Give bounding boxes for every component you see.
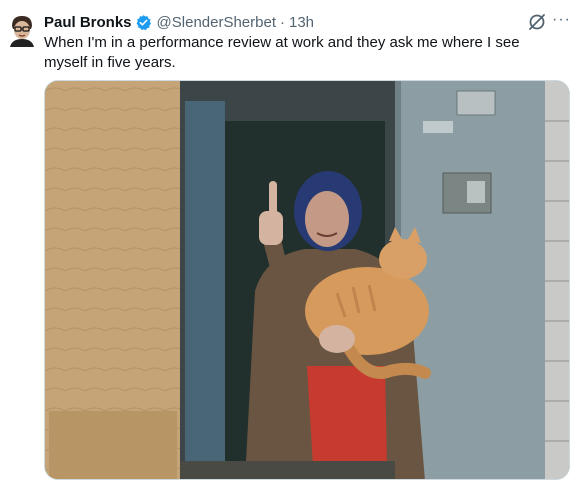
author-name[interactable]: Paul Bronks <box>44 14 132 31</box>
more-dots-icon[interactable]: ··· <box>552 11 571 29</box>
tweet-header: Paul Bronks @SlenderSherbet · 13h <box>44 12 314 32</box>
separator-dot: · <box>280 13 285 31</box>
avatar[interactable] <box>8 13 36 47</box>
author-handle[interactable]: @SlenderSherbet <box>157 14 276 31</box>
tweet-image[interactable] <box>44 80 570 480</box>
tweet-text: When I'm in a performance review at work… <box>44 34 520 71</box>
timestamp[interactable]: 13h <box>289 14 314 31</box>
tweet-card[interactable]: Paul Bronks @SlenderSherbet · 13h ··· Wh… <box>0 0 576 484</box>
verified-badge-icon <box>135 14 152 31</box>
grok-icon[interactable] <box>528 13 546 31</box>
